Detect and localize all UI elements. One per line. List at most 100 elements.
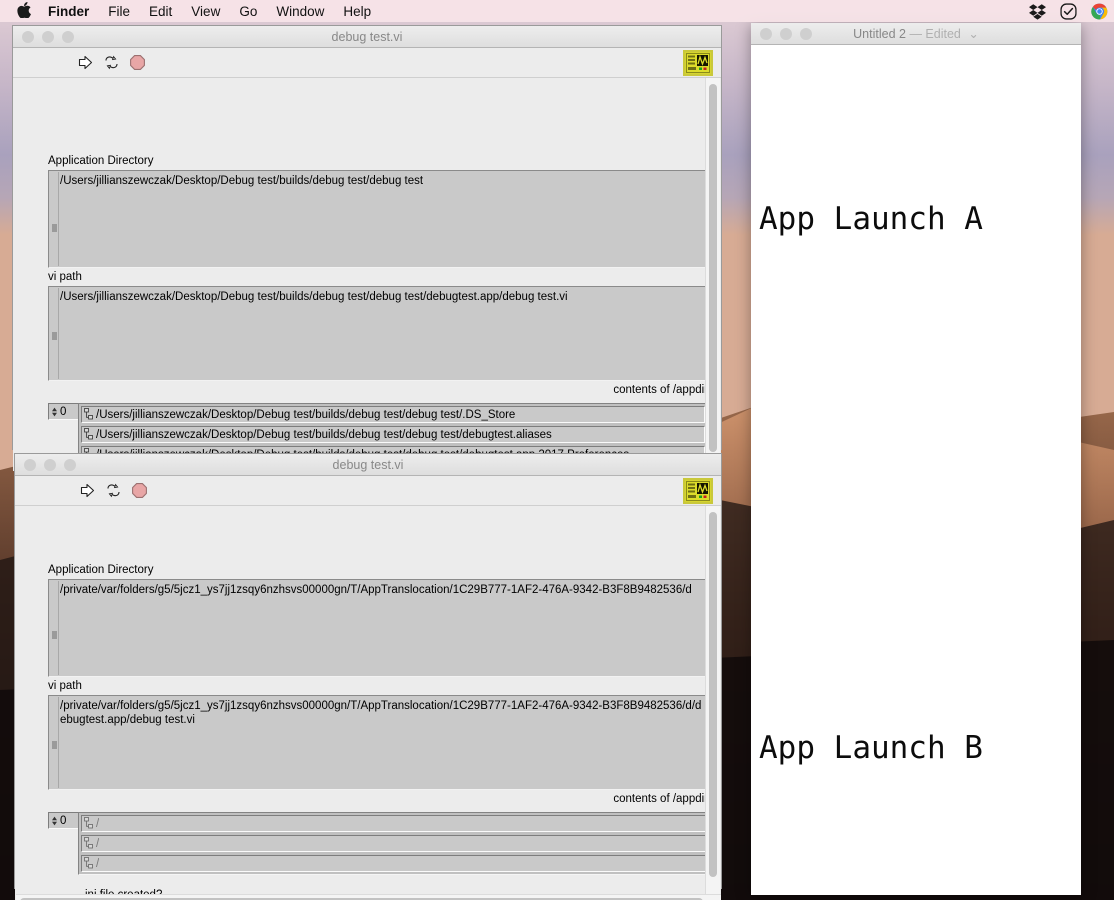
- window-b-vipath-string[interactable]: /private/var/folders/g5/5jcz1_ys7jj1zsqy…: [48, 695, 708, 790]
- textedit-document-body[interactable]: App Launch A App Launch B: [751, 45, 1081, 894]
- window-a-panel: Application Directory /Users/jillianszew…: [13, 78, 721, 471]
- run-arrow-icon[interactable]: [77, 54, 94, 71]
- window-b-array-index-value: 0: [60, 814, 67, 827]
- path-folder-icon: [84, 408, 93, 421]
- array-element[interactable]: /: [81, 815, 707, 832]
- index-down-arrow-icon[interactable]: [51, 412, 58, 417]
- array-element[interactable]: /: [81, 855, 707, 872]
- labview-vi-glyph: [686, 53, 710, 73]
- close-button[interactable]: [24, 458, 36, 471]
- window-b-titlebar[interactable]: debug test.vi: [15, 454, 721, 476]
- textedit-doc-name: Untitled 2: [853, 27, 906, 41]
- menu-item-finder[interactable]: Finder: [48, 4, 89, 19]
- window-a-title: debug test.vi: [331, 29, 403, 44]
- path-folder-icon: [84, 837, 93, 850]
- path-folder-icon: [84, 857, 93, 870]
- window-a-scroll-thumb[interactable]: [709, 84, 717, 452]
- path-folder-icon: [84, 817, 93, 830]
- array-index-spinner-b[interactable]: [51, 816, 58, 826]
- apple-logo-glyph: [17, 1, 31, 18]
- window-b-vertical-scrollbar[interactable]: [705, 506, 720, 894]
- menu-bar-tray: [1029, 2, 1108, 20]
- array-element-value: /: [96, 817, 100, 830]
- vipath-a-scroll[interactable]: [50, 288, 59, 379]
- window-b-tool-group[interactable]: [79, 482, 148, 499]
- checkmark-circle-icon[interactable]: [1060, 2, 1077, 20]
- array-element-value: /Users/jillianszewczak/Desktop/Debug tes…: [96, 428, 552, 441]
- dropbox-icon[interactable]: [1029, 3, 1046, 20]
- array-element[interactable]: /: [81, 835, 707, 852]
- window-a-vipath-string[interactable]: /Users/jillianszewczak/Desktop/Debug tes…: [48, 286, 708, 381]
- array-element[interactable]: /Users/jillianszewczak/Desktop/Debug tes…: [81, 426, 705, 443]
- appdir-a-scroll[interactable]: [50, 172, 59, 266]
- path-glyph: [84, 408, 93, 420]
- textedit-edited-badge: Edited: [925, 27, 961, 41]
- labview-vi-icon[interactable]: [683, 478, 713, 504]
- zoom-button[interactable]: [64, 458, 76, 471]
- labview-vi-icon[interactable]: [683, 50, 713, 76]
- appdir-a-thumb[interactable]: [52, 224, 57, 232]
- vipath-a-thumb[interactable]: [52, 332, 57, 340]
- textedit-titlebar[interactable]: Untitled 2 — Edited ⌄: [751, 23, 1081, 45]
- run-arrow-icon[interactable]: [79, 482, 96, 499]
- window-b-title: debug test.vi: [332, 457, 404, 472]
- menu-item-view[interactable]: View: [191, 4, 220, 19]
- vipath-b-thumb[interactable]: [52, 741, 57, 749]
- window-a-titlebar[interactable]: debug test.vi: [13, 26, 721, 48]
- vipath-b-scroll[interactable]: [50, 697, 59, 788]
- index-down-arrow-icon[interactable]: [51, 821, 58, 826]
- zoom-button[interactable]: [62, 30, 74, 43]
- window-b-vipath-value: /private/var/folders/g5/5jcz1_ys7jj1zsqy…: [60, 700, 702, 726]
- menu-item-file[interactable]: File: [108, 4, 130, 19]
- textedit-line-1: App Launch A: [759, 201, 983, 237]
- chevron-down-icon[interactable]: ⌄: [968, 27, 978, 41]
- appdir-b-scroll[interactable]: [50, 581, 59, 675]
- window-a-toolbar[interactable]: [13, 48, 721, 78]
- array-element-value: /: [96, 837, 100, 850]
- menu-item-edit[interactable]: Edit: [149, 4, 172, 19]
- window-a-appdir-string[interactable]: /Users/jillianszewczak/Desktop/Debug tes…: [48, 170, 708, 268]
- array-element[interactable]: /Users/jillianszewczak/Desktop/Debug tes…: [81, 406, 705, 423]
- window-a-vipath-value: /Users/jillianszewczak/Desktop/Debug tes…: [60, 291, 568, 303]
- labview-window-a[interactable]: debug test.vi Application Directory /Use…: [12, 25, 722, 471]
- minimize-button[interactable]: [42, 30, 54, 43]
- menu-item-go[interactable]: Go: [239, 4, 257, 19]
- window-b-appdir-string[interactable]: /private/var/folders/g5/5jcz1_ys7jj1zsqy…: [48, 579, 708, 677]
- path-folder-icon: [84, 428, 93, 441]
- abort-stop-icon[interactable]: [129, 54, 146, 71]
- array-element-value: /: [96, 857, 100, 870]
- window-b-traffic-lights[interactable]: [24, 458, 76, 471]
- macos-menu-bar[interactable]: Finder File Edit View Go Window Help: [0, 0, 1114, 22]
- window-b-toolbar[interactable]: [15, 476, 721, 506]
- array-index-spinner-a[interactable]: [51, 407, 58, 417]
- minimize-button[interactable]: [780, 27, 792, 40]
- window-b-array-label: contents of /appdir: [613, 793, 708, 805]
- minimize-button[interactable]: [44, 458, 56, 471]
- labview-window-b[interactable]: debug test.vi Application Directory /pri…: [14, 453, 722, 900]
- window-a-array-label: contents of /appdir: [613, 384, 708, 396]
- labview-vi-glyph: [686, 481, 710, 501]
- textedit-traffic-lights[interactable]: [760, 27, 812, 40]
- window-b-scroll-thumb[interactable]: [709, 512, 717, 877]
- window-b-horizontal-scrollbar[interactable]: [16, 894, 721, 900]
- close-button[interactable]: [760, 27, 772, 40]
- menu-item-window[interactable]: Window: [276, 4, 324, 19]
- close-button[interactable]: [22, 30, 34, 43]
- window-a-traffic-lights[interactable]: [22, 30, 74, 43]
- apple-logo-icon[interactable]: [17, 1, 31, 21]
- run-continuously-icon[interactable]: [105, 482, 122, 499]
- window-a-tool-group[interactable]: [77, 54, 146, 71]
- zoom-button[interactable]: [800, 27, 812, 40]
- abort-stop-icon[interactable]: [131, 482, 148, 499]
- run-continuously-icon[interactable]: [103, 54, 120, 71]
- window-a-appdir-value: /Users/jillianszewczak/Desktop/Debug tes…: [60, 175, 424, 187]
- menu-item-help[interactable]: Help: [343, 4, 371, 19]
- appdir-b-thumb[interactable]: [52, 631, 57, 639]
- textedit-line-2: App Launch B: [759, 730, 983, 766]
- window-a-vertical-scrollbar[interactable]: [705, 78, 720, 470]
- chrome-icon[interactable]: [1091, 3, 1108, 20]
- window-b-array[interactable]: / / /: [78, 812, 710, 875]
- window-b-panel: Application Directory /private/var/folde…: [15, 506, 721, 900]
- textedit-window[interactable]: Untitled 2 — Edited ⌄ App Launch A App L…: [751, 23, 1081, 895]
- array-element-value: /Users/jillianszewczak/Desktop/Debug tes…: [96, 408, 516, 421]
